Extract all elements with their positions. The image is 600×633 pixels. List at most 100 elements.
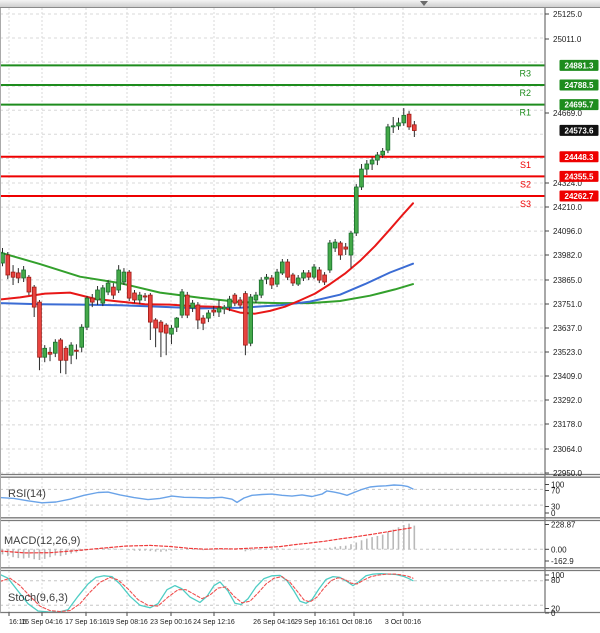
candle-body [101,288,105,303]
price-axis-label: 25011.0 [553,35,582,44]
time-axis-label: 26 Sep 04:16 [253,619,295,626]
candle-body [138,295,142,300]
candle-body [217,308,221,312]
price-axis-label: 23292.0 [553,396,582,405]
candle-body [233,295,237,303]
rsi-pane-label: RSI(14) [8,488,46,500]
candle-body [96,290,100,300]
price-axis-label: 24669.0 [553,109,582,118]
chart-canvas[interactable]: R3R2R1S1S2S325125.025011.024669.024324.0… [0,0,600,633]
trading-chart-window: R3R2R1S1S2S325125.025011.024669.024324.0… [0,0,600,633]
candle-body [90,298,94,302]
candle-body [43,348,47,357]
candle-body [48,352,52,354]
candle-body [275,272,279,284]
resistance-label-R2: R2 [519,88,531,98]
chart-plot-area[interactable]: R3R2R1S1S2S325125.025011.024669.024324.0… [0,0,600,633]
candle-body [349,233,353,255]
candle-body [164,325,168,333]
candle-body [85,298,89,327]
support-badge-S1-text: 24448.3 [565,153,594,162]
candle-body [222,307,226,309]
candle-body [270,278,274,285]
candle-body [259,280,263,295]
price-axis-label: 25125.0 [553,10,582,19]
price-axis-label: 23178.0 [553,420,582,429]
candle-body [148,295,152,322]
scroll-position-marker-icon[interactable] [420,1,428,6]
candle-body [291,275,295,283]
candle-body [317,270,321,280]
candle-body [412,125,416,131]
candle-body [244,294,248,346]
candle-body [185,295,189,315]
candle-body [323,275,327,282]
time-axis-label: 29 Sep 16:16 [294,619,336,626]
candle-body [407,114,411,127]
price-axis-label: 23865.0 [553,276,582,285]
candle-body [180,292,184,315]
candle-body [170,328,174,334]
candle-body [27,277,31,292]
candle-body [397,123,401,126]
candle-body [127,272,131,298]
candle-body [286,262,290,277]
resistance-label-R3: R3 [519,68,531,78]
candle-body [80,327,84,347]
support-badge-S3-text: 24262.7 [565,192,594,201]
candle-body [376,155,380,160]
candle-body [254,295,258,300]
support-badge-S2-text: 24355.5 [565,172,594,181]
resistance-badge-R1-text: 24695.7 [565,101,594,110]
candle-body [191,303,195,308]
candle-body [75,350,79,351]
candle-body [365,164,369,169]
price-axis-label: 23064.0 [553,445,582,454]
indicator-scale-label: 70 [551,487,560,496]
price-axis-label: 22950.0 [553,469,582,478]
candle-body [112,287,116,295]
candle-body [1,253,5,263]
candle-body [370,160,374,164]
candle-body [344,247,348,249]
price-axis-label: 24096.0 [553,227,582,236]
candle-body [360,169,364,187]
time-axis-label: 19 Sep 08:16 [106,619,148,626]
candle-body [133,293,137,300]
time-axis-label: 23 Sep 00:16 [150,619,192,626]
candle-body [391,126,395,127]
candle-body [307,273,311,277]
candle-body [196,305,200,320]
candle-body [64,348,68,360]
candle-body [339,243,343,255]
time-axis-label: 24 Sep 12:16 [193,619,235,626]
resistance-badge-R2-text: 24788.5 [565,81,594,90]
candle-body [265,277,269,279]
candle-body [280,262,284,273]
candle-body [296,278,300,284]
candle-body [354,187,358,233]
candle-body [106,283,110,292]
candle-body [159,322,163,332]
support-label-S3: S3 [520,199,531,209]
candle-body [59,340,63,360]
candle-body [117,270,121,290]
indicator-scale-label: 0.00 [551,545,567,554]
support-label-S1: S1 [520,160,531,170]
candle-body [38,302,42,357]
candle-body [212,310,216,312]
time-axis-label: 3 Oct 00:16 [385,619,421,626]
price-axis-label: 23523.0 [553,348,582,357]
candle-body [402,115,406,123]
price-axis-label: 24210.0 [553,203,582,212]
horizontal-scrollbar[interactable] [0,0,600,8]
time-axis-label: 17 Sep 16:16 [65,619,107,626]
indicator-scale-label: -162.9 [551,557,574,566]
indicator-scale-label: 0 [551,509,556,518]
candle-body [333,242,337,248]
candle-body [53,342,57,353]
price-axis-label: 23982.0 [553,251,582,260]
time-axis-label: 1 Oct 08:16 [336,619,372,626]
candle-body [69,345,73,355]
resistance-badge-R3-text: 24881.3 [565,61,594,70]
